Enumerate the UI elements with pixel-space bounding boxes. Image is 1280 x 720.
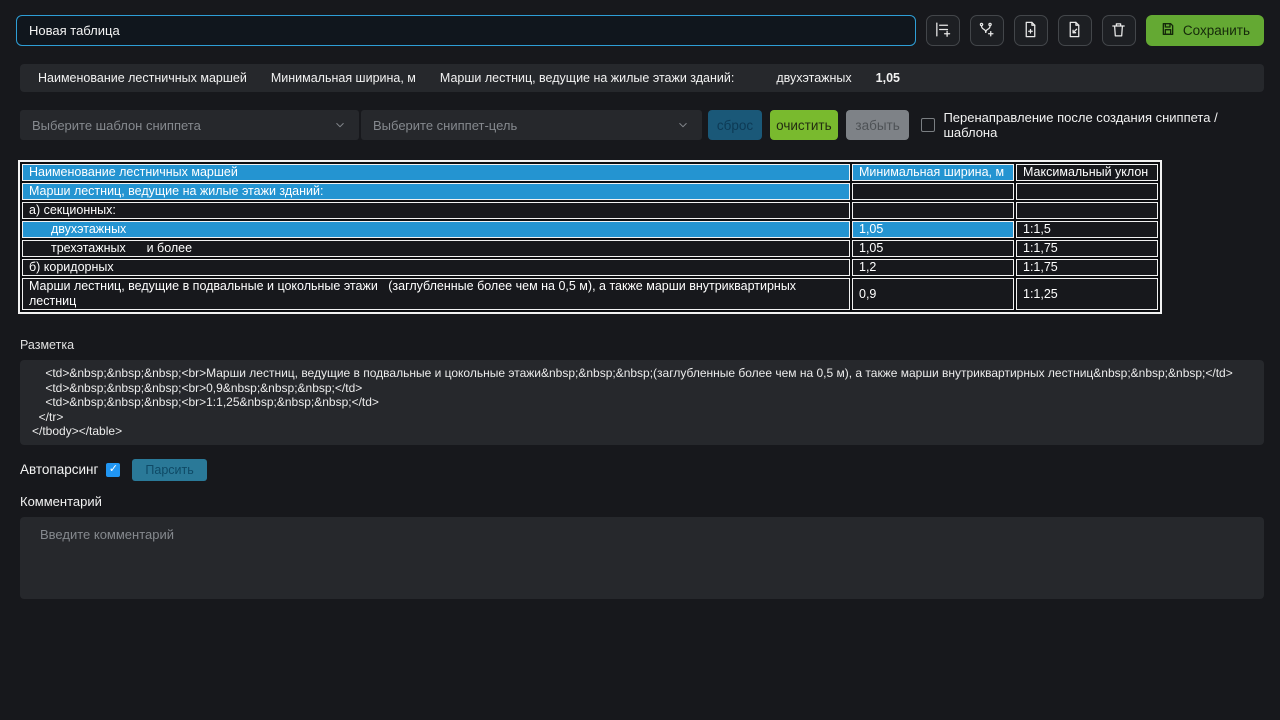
table-row: б) коридорных1,21:1,75 xyxy=(22,259,1158,276)
table-cell[interactable] xyxy=(1016,202,1158,219)
comment-textarea[interactable] xyxy=(20,517,1264,599)
new-file-icon xyxy=(1022,21,1039,41)
table-row: а) секционных: xyxy=(22,202,1158,219)
markup-code-line: <td>&nbsp;&nbsp;&nbsp;<br>0,9&nbsp;&nbsp… xyxy=(32,381,1252,396)
breadcrumb-item: Минимальная ширина, м xyxy=(271,71,416,85)
table-cell[interactable]: 1,2 xyxy=(852,259,1014,276)
markup-label: Разметка xyxy=(20,338,1280,352)
table-row: Наименование лестничных маршейМинимальна… xyxy=(22,164,1158,181)
breadcrumb-item: Наименование лестничных маршей xyxy=(38,71,247,85)
forget-button[interactable]: забыть xyxy=(846,110,910,140)
table-cell[interactable]: Минимальная ширина, м xyxy=(852,164,1014,181)
delete-button[interactable] xyxy=(1102,15,1136,46)
table-cell[interactable]: 1,05 xyxy=(852,221,1014,238)
insert-row-icon xyxy=(934,21,951,41)
save-icon xyxy=(1160,21,1176,40)
autoparse-row: Автопарсинг ✓ Парсить xyxy=(20,459,1280,481)
markup-code-line: <td>&nbsp;&nbsp;&nbsp;<br>1:1,25&nbsp;&n… xyxy=(32,395,1252,410)
table-cell[interactable]: Максимальный уклон xyxy=(1016,164,1158,181)
table-cell[interactable]: 1,05 xyxy=(852,240,1014,257)
table-cell[interactable]: Марши лестниц, ведущие на жилые этажи зд… xyxy=(22,183,850,200)
export-file-button[interactable] xyxy=(1058,15,1092,46)
new-file-button[interactable] xyxy=(1014,15,1048,46)
comment-label: Комментарий xyxy=(20,494,1280,509)
table-row: Марши лестниц, ведущие на жилые этажи зд… xyxy=(22,183,1158,200)
toolbar-icon-buttons xyxy=(926,15,1136,46)
snippet-template-select-placeholder: Выберите шаблон сниппета xyxy=(32,118,201,133)
redirect-checkbox[interactable] xyxy=(921,118,935,132)
table-cell[interactable]: 1:1,25 xyxy=(1016,278,1158,310)
table-cell[interactable]: Наименование лестничных маршей xyxy=(22,164,850,181)
table-title-input[interactable] xyxy=(16,15,916,46)
table-cell[interactable]: 1:1,75 xyxy=(1016,240,1158,257)
delete-icon xyxy=(1110,21,1127,41)
table-row: Марши лестниц, ведущие в подвальные и цо… xyxy=(22,278,1158,310)
parse-button[interactable]: Парсить xyxy=(132,459,206,481)
clear-button[interactable]: очистить xyxy=(770,110,838,140)
table-cell[interactable]: Марши лестниц, ведущие в подвальные и цо… xyxy=(22,278,850,310)
table-cell[interactable]: 1:1,75 xyxy=(1016,259,1158,276)
table-cell[interactable] xyxy=(1016,183,1158,200)
autoparse-label: Автопарсинг xyxy=(20,462,98,477)
chevron-down-icon xyxy=(676,118,690,132)
markup-code-line: </tr> xyxy=(32,410,1252,425)
table-cell[interactable]: а) секционных: xyxy=(22,202,850,219)
table-cell[interactable]: 1:1,5 xyxy=(1016,221,1158,238)
markup-code-line: <td>&nbsp;&nbsp;&nbsp;<br>Марши лестниц,… xyxy=(32,366,1252,381)
table-row: двухэтажных1,051:1,5 xyxy=(22,221,1158,238)
export-file-icon xyxy=(1066,21,1083,41)
table-cell[interactable] xyxy=(852,183,1014,200)
breadcrumb-item: двухэтажных xyxy=(776,71,851,85)
table-cell[interactable]: б) коридорных xyxy=(22,259,850,276)
table-row: трехэтажных и более1,051:1,75 xyxy=(22,240,1158,257)
markup-code-block: <td>&nbsp;&nbsp;&nbsp;<br>Марши лестниц,… xyxy=(20,360,1264,445)
snippet-controls: Выберите шаблон сниппета Выберите сниппе… xyxy=(20,110,1264,140)
save-button-label: Сохранить xyxy=(1183,23,1250,38)
snippet-target-select[interactable]: Выберите сниппет-цель xyxy=(361,110,702,140)
table-cell[interactable]: трехэтажных и более xyxy=(22,240,850,257)
markup-code-line: </tbody></table> xyxy=(32,424,1252,439)
add-branch-button[interactable] xyxy=(970,15,1004,46)
breadcrumb-item: 1,05 xyxy=(876,71,900,85)
chevron-down-icon xyxy=(333,118,347,132)
snippet-target-select-placeholder: Выберите сниппет-цель xyxy=(373,118,517,133)
add-branch-icon xyxy=(978,21,995,41)
table-cell[interactable]: 0,9 xyxy=(852,278,1014,310)
reset-button[interactable]: сброс xyxy=(708,110,762,140)
redirect-checkbox-label: Перенаправление после создания сниппета … xyxy=(943,110,1264,140)
breadcrumb-item: Марши лестниц, ведущие на жилые этажи зд… xyxy=(440,71,734,85)
insert-row-button[interactable] xyxy=(926,15,960,46)
breadcrumb: Наименование лестничных маршей Минимальна… xyxy=(20,64,1264,92)
table-cell[interactable]: двухэтажных xyxy=(22,221,850,238)
snippet-table: Наименование лестничных маршейМинимальна… xyxy=(18,160,1162,314)
snippet-template-select[interactable]: Выберите шаблон сниппета xyxy=(20,110,359,140)
autoparse-checkbox[interactable]: ✓ xyxy=(106,463,120,477)
table-cell[interactable] xyxy=(852,202,1014,219)
top-toolbar: Сохранить xyxy=(16,15,1264,46)
save-button[interactable]: Сохранить xyxy=(1146,15,1264,46)
